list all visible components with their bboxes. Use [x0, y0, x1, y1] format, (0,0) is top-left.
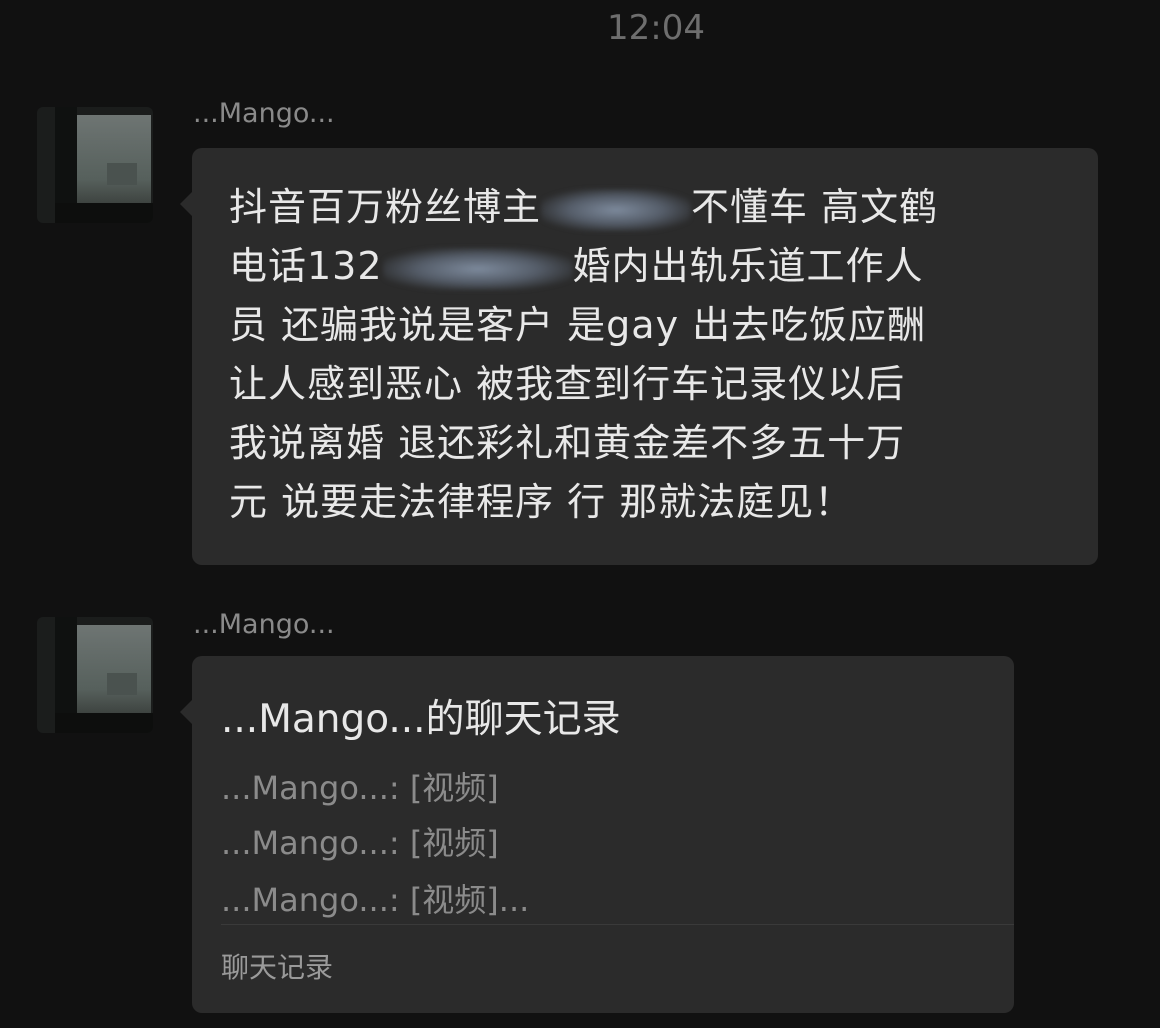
message-line: 抖音百万粉丝博主 不懂车 高文鹤	[229, 185, 939, 231]
card-divider	[221, 924, 1014, 925]
avatar-window-image	[75, 625, 151, 717]
avatar-building-shape	[107, 673, 137, 695]
sender-avatar[interactable]	[37, 107, 153, 223]
chat-record-title: ...Mango...的聊天记录	[221, 697, 621, 742]
chat-record-line: ...Mango...: [视频]	[221, 769, 499, 807]
sender-name: ...Mango...	[193, 98, 335, 129]
message-text: 抖音百万粉丝博主 不懂车 高文鹤 电话132 婚内出轨乐道工作人 员 还骗我说是客户…	[229, 178, 1069, 532]
bubble-tail	[180, 700, 192, 724]
timestamp: 12:04	[607, 8, 705, 48]
bubble-tail	[180, 192, 192, 216]
redacted-blur	[382, 247, 573, 290]
sender-name: ...Mango...	[193, 609, 335, 640]
message-line: 电话132 婚内出轨乐道工作人	[229, 244, 924, 290]
avatar-window-sill	[55, 203, 153, 223]
message-line: 员 还骗我说是客户 是gay 出去吃饭应酬	[229, 303, 927, 347]
chat-record-card[interactable]: ...Mango...的聊天记录 ...Mango...: [视频] ...Ma…	[180, 656, 1014, 1013]
avatar-window-image	[75, 115, 151, 207]
chat-record-line: ...Mango...: [视频]...	[221, 881, 530, 919]
avatar-building-shape	[107, 163, 137, 185]
message-line: 让人感到恶心 被我查到行车记录仪以后	[229, 362, 906, 406]
message-bubble[interactable]: 抖音百万粉丝博主 不懂车 高文鹤 电话132 婚内出轨乐道工作人 员 还骗我说是客户…	[180, 148, 1098, 565]
message-line: 我说离婚 退还彩礼和黄金差不多五十万	[229, 421, 906, 465]
redacted-blur	[541, 188, 692, 231]
chat-record-label: 聊天记录	[221, 951, 334, 984]
sender-avatar[interactable]	[37, 617, 153, 733]
avatar-window-sill	[55, 713, 153, 733]
chat-record-line: ...Mango...: [视频]	[221, 824, 499, 862]
message-line: 元 说要走法律程序 行 那就法庭见！	[229, 480, 854, 524]
